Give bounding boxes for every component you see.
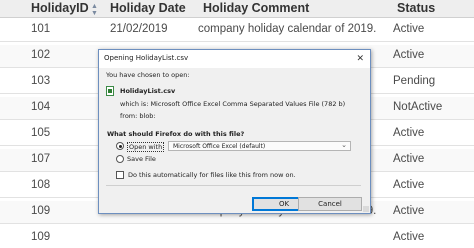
- open-with-label[interactable]: Open with: [127, 142, 165, 152]
- cell-holiday-id: 108: [31, 179, 51, 191]
- cell-holiday-id: 109: [31, 231, 51, 243]
- header-holiday-date[interactable]: Holiday Date: [110, 1, 186, 15]
- cell-holiday-date: 21/02/2019: [110, 23, 168, 35]
- cell-holiday-id: 102: [31, 49, 51, 61]
- cancel-button[interactable]: Cancel: [298, 197, 362, 211]
- dialog-title: Opening HolidayList.csv: [104, 54, 189, 62]
- cell-holiday-id: 101: [31, 23, 51, 35]
- auto-label[interactable]: Do this automatically for files like thi…: [128, 171, 296, 179]
- cell-status: Pending: [393, 75, 436, 87]
- close-icon[interactable]: ✕: [356, 53, 364, 63]
- cell-status: Active: [393, 153, 425, 165]
- cell-holiday-id: 109: [31, 205, 51, 217]
- cell-status: Active: [393, 23, 425, 35]
- cell-status: Active: [393, 179, 425, 191]
- cell-holiday-comment: company holiday calendar of 2019.: [198, 23, 377, 35]
- cell-holiday-id: 103: [31, 75, 51, 87]
- file-name: HolidayList.csv: [120, 87, 176, 95]
- header-holiday-comment[interactable]: Holiday Comment: [203, 1, 309, 15]
- table-header-row: HolidayID ▲ ▼ Holiday Date Holiday Commen…: [0, 0, 474, 18]
- cell-status: NotActive: [393, 101, 443, 113]
- open-with-value: Microsoft Office Excel (default): [173, 143, 266, 150]
- cell-holiday-id: 104: [31, 101, 51, 113]
- csv-file-icon: [106, 86, 114, 96]
- table-row: 101 21/02/2019 company holiday calendar of…: [0, 19, 474, 43]
- header-holiday-id[interactable]: HolidayID: [31, 1, 89, 15]
- cell-holiday-id: 105: [31, 127, 51, 139]
- dialog-divider: [106, 185, 361, 186]
- file-source: from: blob:: [120, 112, 156, 120]
- cell-status: Active: [393, 49, 425, 61]
- open-with-radio[interactable]: [116, 142, 124, 150]
- cell-status: Active: [393, 127, 425, 139]
- save-file-radio[interactable]: [116, 155, 124, 163]
- dialog-titlebar[interactable]: Opening HolidayList.csv ✕: [99, 50, 370, 68]
- cell-holiday-id: 107: [31, 153, 51, 165]
- file-type: which is: Microsoft Office Excel Comma S…: [120, 100, 346, 108]
- dialog-question: What should Firefox do with this file?: [107, 130, 245, 138]
- table-row: 109 Active: [0, 227, 474, 248]
- cell-status: Active: [393, 231, 425, 243]
- chosen-text: You have chosen to open:: [106, 71, 190, 79]
- header-status[interactable]: Status: [397, 1, 435, 15]
- auto-checkbox[interactable]: [116, 171, 124, 179]
- sort-arrows-icon[interactable]: ▲ ▼: [91, 3, 98, 17]
- cell-status: Active: [393, 205, 425, 217]
- open-with-select[interactable]: Microsoft Office Excel (default) ⌄: [168, 141, 351, 151]
- save-file-label[interactable]: Save File: [127, 155, 156, 163]
- chevron-down-icon: ⌄: [341, 142, 347, 149]
